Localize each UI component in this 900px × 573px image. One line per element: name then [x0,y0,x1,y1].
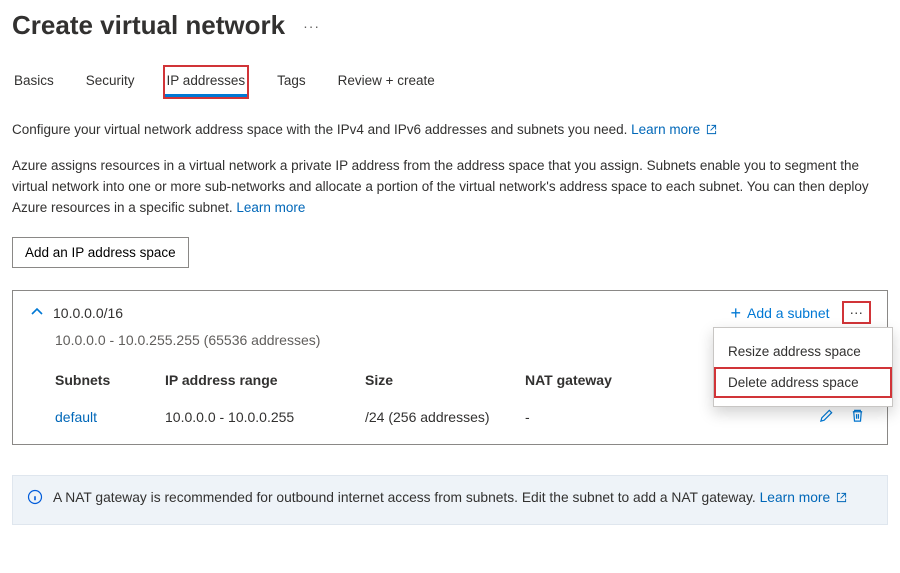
more-icon[interactable]: ··· [303,18,320,34]
address-space-panel: 10.0.0.0/16 + Add a subnet ··· 10.0.0.0 … [12,290,888,445]
delete-icon[interactable] [850,408,865,426]
tab-ip-addresses[interactable]: IP addresses [165,67,248,97]
subnet-nat: - [525,409,685,425]
tab-tags[interactable]: Tags [275,67,308,97]
description-2: Azure assigns resources in a virtual net… [12,156,888,219]
menu-delete-space[interactable]: Delete address space [714,367,892,398]
chevron-up-icon[interactable] [31,305,43,321]
description-1: Configure your virtual network address s… [12,120,888,140]
edit-icon[interactable] [819,408,834,426]
col-subnets: Subnets [55,372,165,388]
table-row: default 10.0.0.0 - 10.0.0.255 /24 (256 a… [55,408,893,426]
col-nat: NAT gateway [525,372,685,388]
learn-more-link-2[interactable]: Learn more [236,200,305,215]
info-text: A NAT gateway is recommended for outboun… [53,490,760,505]
info-banner: A NAT gateway is recommended for outboun… [12,475,888,525]
info-icon [27,489,43,512]
page-title: Create virtual network [12,10,285,41]
address-space-cidr: 10.0.0.0/16 [53,305,123,321]
info-learn-more-link[interactable]: Learn more [760,490,847,505]
subnet-name-link[interactable]: default [55,409,165,425]
learn-more-link-1[interactable]: Learn more [631,122,717,137]
external-link-icon [836,492,847,503]
subnet-range: 10.0.0.0 - 10.0.0.255 [165,409,365,425]
add-ip-space-button[interactable]: Add an IP address space [12,237,189,268]
description-2-text: Azure assigns resources in a virtual net… [12,158,869,215]
subnet-size: /24 (256 addresses) [365,409,525,425]
col-size: Size [365,372,525,388]
tabs-bar: Basics Security IP addresses Tags Review… [12,67,888,98]
plus-icon: + [730,304,741,322]
context-menu: Resize address space Delete address spac… [713,327,893,407]
tab-review-create[interactable]: Review + create [336,67,437,97]
tab-security[interactable]: Security [84,67,137,97]
add-subnet-button[interactable]: + Add a subnet [730,304,829,322]
add-subnet-label: Add a subnet [747,305,830,321]
external-link-icon [706,124,717,135]
menu-resize-space[interactable]: Resize address space [714,336,892,367]
description-1-text: Configure your virtual network address s… [12,122,631,137]
more-actions-button[interactable]: ··· [844,303,870,322]
col-range: IP address range [165,372,365,388]
tab-basics[interactable]: Basics [12,67,56,97]
